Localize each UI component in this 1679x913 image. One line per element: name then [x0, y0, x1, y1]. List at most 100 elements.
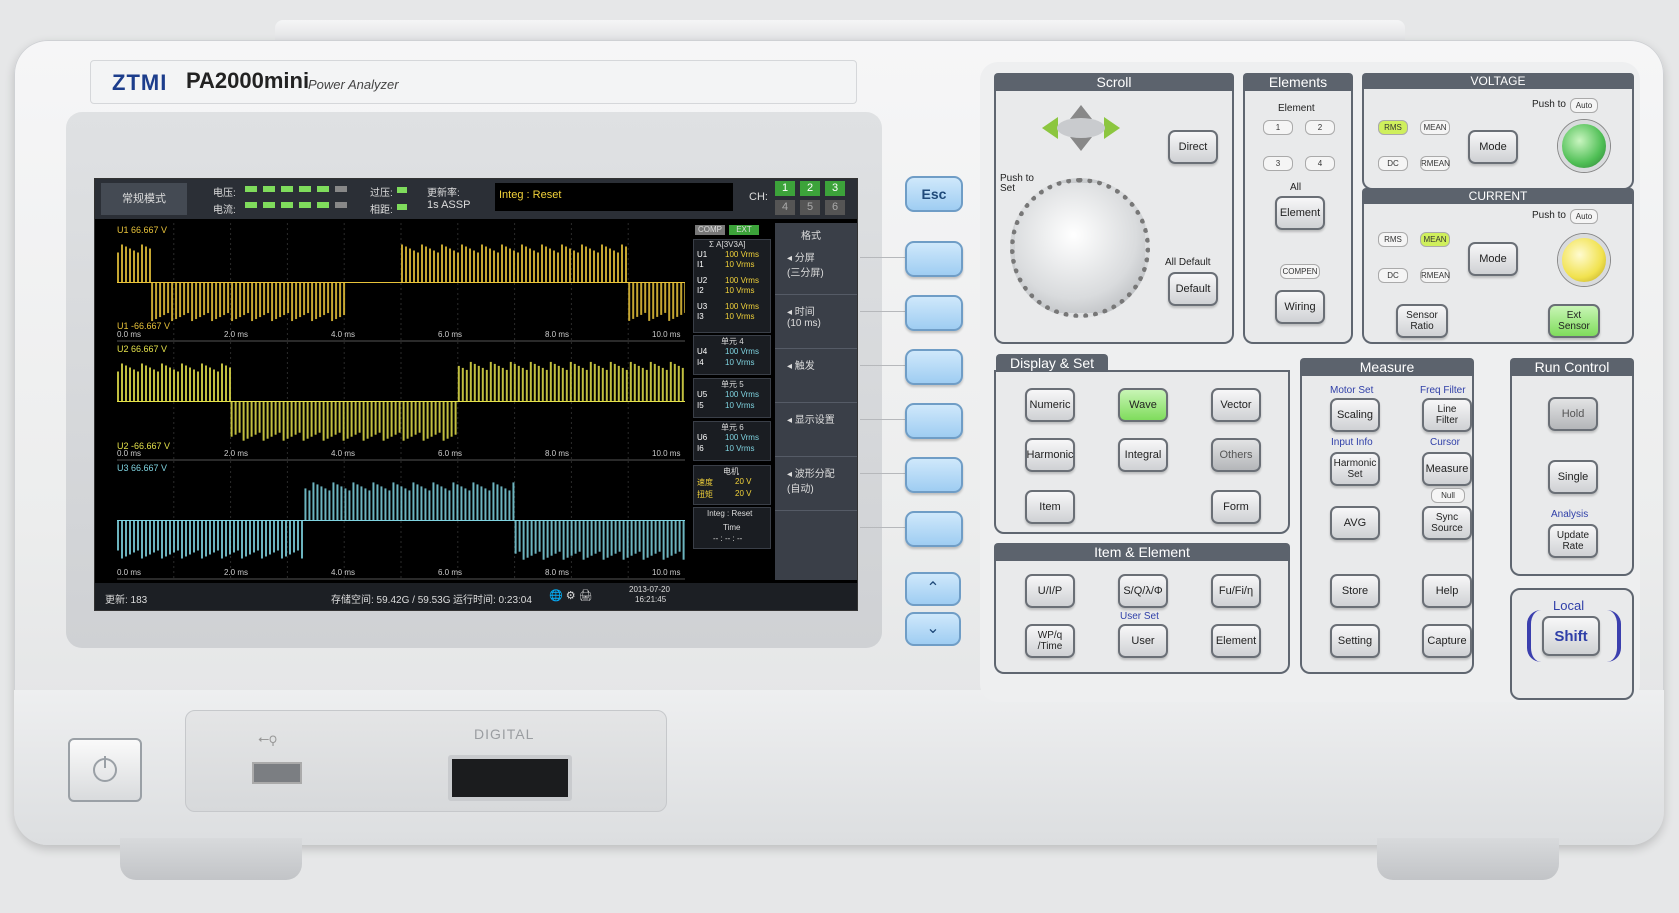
waveform-pulse	[312, 482, 315, 521]
digital-port[interactable]	[448, 755, 572, 801]
current-mode-button[interactable]: Mode	[1468, 242, 1518, 276]
user-button[interactable]: User	[1118, 624, 1168, 658]
softkey-5[interactable]	[905, 457, 963, 493]
waveform-pulse	[581, 244, 583, 283]
waveform-pulse	[125, 246, 127, 283]
sq-button[interactable]: S/Q/λ/Φ	[1118, 574, 1168, 608]
sync-source-button[interactable]: Sync Source	[1422, 506, 1472, 540]
menu-item[interactable]: ◂ 波形分配 (自动)	[775, 459, 857, 511]
waveform-pulse	[442, 401, 445, 441]
scroll-knob[interactable]	[1010, 178, 1150, 318]
others-button[interactable]: Others	[1211, 438, 1261, 472]
usb-port[interactable]	[252, 762, 302, 784]
waveform-pulse	[653, 363, 656, 402]
element-pill-3[interactable]: 3	[1263, 156, 1293, 171]
uip-button[interactable]: U/I/P	[1025, 574, 1075, 608]
element-pill-1[interactable]: 1	[1263, 120, 1293, 135]
element-button[interactable]: Element	[1211, 624, 1261, 658]
shift-button[interactable]: Shift	[1542, 616, 1600, 656]
fu-button[interactable]: Fu/Fi/η	[1211, 574, 1261, 608]
waveform-pulse	[677, 365, 680, 402]
waveform-pulse	[537, 365, 540, 402]
softkey-2[interactable]	[905, 295, 963, 331]
menu-item[interactable]: ◂ 时间 (10 ms)	[775, 297, 857, 349]
voltage-range-knob[interactable]	[1558, 120, 1610, 172]
element-all-button[interactable]: Element	[1275, 196, 1325, 230]
update-rate-button[interactable]: Update Rate	[1548, 524, 1598, 558]
harmonic-set-button[interactable]: Harmonic Set	[1330, 452, 1380, 486]
voltage-mode-button[interactable]: Mode	[1468, 130, 1518, 164]
sensor-ratio-button[interactable]: Sensor Ratio	[1396, 304, 1448, 338]
ext-sensor-button[interactable]: Ext Sensor	[1548, 304, 1600, 338]
waveform-pulse	[621, 367, 624, 402]
ch-button-3[interactable]: 3	[825, 181, 845, 196]
time-tick-label: 10.0 ms	[652, 449, 681, 458]
wiring-button[interactable]: Wiring	[1275, 290, 1325, 324]
default-button[interactable]: Default	[1168, 272, 1218, 306]
wp-time-button[interactable]: WP/q /Time	[1025, 624, 1075, 658]
waveform-pulse	[376, 484, 379, 521]
item-button[interactable]: Item	[1025, 490, 1075, 524]
power-button[interactable]	[68, 738, 142, 802]
analysis-label: Analysis	[1551, 509, 1589, 520]
menu-item[interactable]: ◂ 触发	[775, 351, 857, 403]
setting-button[interactable]: Setting	[1330, 624, 1380, 658]
waveform-pulse	[149, 248, 151, 283]
softkey-6[interactable]	[905, 511, 963, 547]
waveform-pulse	[234, 401, 237, 435]
waveform-pulse	[233, 520, 235, 553]
numeric-button[interactable]: Numeric	[1025, 388, 1075, 422]
element-group-cell: 10 Vrms	[725, 358, 755, 367]
waveform-pulse	[366, 401, 369, 439]
avg-button[interactable]: AVG	[1330, 506, 1380, 540]
element-pill-2[interactable]: 2	[1305, 120, 1335, 135]
range-led	[281, 202, 293, 208]
waveform-pulse	[641, 367, 644, 402]
waveform-pulse	[594, 520, 597, 554]
harmonic-button[interactable]: Harmonic	[1025, 438, 1075, 472]
line-filter-button[interactable]: Line Filter	[1422, 398, 1472, 432]
up-arrow-button[interactable]: ⌃	[905, 572, 961, 606]
ch-button-2[interactable]: 2	[800, 181, 820, 196]
ch-button-1[interactable]: 1	[775, 181, 795, 196]
ch-button-5[interactable]: 5	[800, 200, 820, 215]
vector-button[interactable]: Vector	[1211, 388, 1261, 422]
softkey-4[interactable]	[905, 403, 963, 439]
measure-button[interactable]: Measure	[1422, 452, 1472, 486]
store-button[interactable]: Store	[1330, 574, 1380, 608]
esc-button[interactable]: Esc	[905, 176, 963, 212]
help-button[interactable]: Help	[1422, 574, 1472, 608]
menu-item[interactable]: ◂ 分屏 (三分屏)	[775, 243, 857, 295]
element-pill-4[interactable]: 4	[1305, 156, 1335, 171]
form-button[interactable]: Form	[1211, 490, 1261, 524]
ch-button-4[interactable]: 4	[775, 200, 795, 215]
single-button[interactable]: Single	[1548, 460, 1598, 494]
down-arrow-button[interactable]: ⌄	[905, 612, 961, 646]
waveform-pulse	[656, 282, 659, 317]
capture-button[interactable]: Capture	[1422, 624, 1472, 658]
waveform-pulse	[308, 490, 311, 521]
waveform-pulse	[469, 248, 471, 283]
waveform-pulse	[553, 250, 555, 283]
element-group-cell: 单元 5	[721, 380, 744, 389]
menu-item[interactable]: ◂ 显示设置	[775, 405, 857, 457]
waveform-pulse	[253, 520, 255, 553]
waveform-pulse	[637, 365, 640, 402]
ch-button-6[interactable]: 6	[825, 200, 845, 215]
current-range-knob[interactable]	[1558, 234, 1610, 286]
softkey-3[interactable]	[905, 349, 963, 385]
waveform-pulse	[609, 248, 611, 283]
waveform-pulse	[574, 520, 577, 554]
softkey-1[interactable]	[905, 241, 963, 277]
waveform-pulse	[145, 246, 147, 283]
push-to-set-label: Push to Set	[1000, 173, 1034, 194]
waveform-pulse	[480, 486, 483, 521]
wave-button[interactable]: Wave	[1118, 388, 1168, 422]
element-group-cell: 单元 6	[721, 423, 744, 432]
scaling-button[interactable]: Scaling	[1330, 398, 1380, 432]
direct-button[interactable]: Direct	[1168, 130, 1218, 164]
hold-button[interactable]: Hold	[1548, 397, 1598, 431]
integral-button[interactable]: Integral	[1118, 438, 1168, 472]
comp-label: COMP	[695, 225, 725, 235]
direction-pad[interactable]	[1040, 103, 1122, 153]
